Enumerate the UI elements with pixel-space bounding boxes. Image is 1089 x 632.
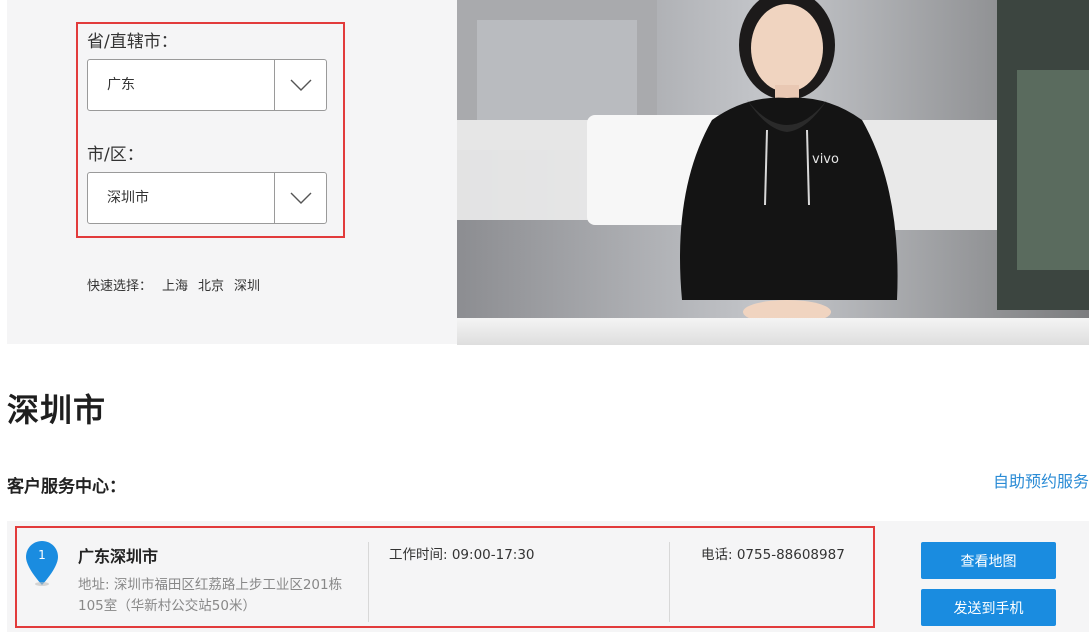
province-label: 省/直辖市：: [87, 32, 178, 52]
column-divider: [669, 542, 670, 622]
quick-city-shanghai[interactable]: 上海: [162, 275, 188, 294]
store-address: 地址: 深圳市福田区红荔路上步工业区201栋105室（华新村公交站50米）: [78, 577, 343, 614]
brand-logo: vivo: [812, 152, 839, 167]
city-select-value: 深圳市: [107, 190, 149, 206]
quick-city-shenzhen[interactable]: 深圳: [234, 275, 260, 294]
store-phone: 电话: 0755-88608987: [701, 547, 845, 563]
quick-select-label: 快速选择：: [87, 279, 153, 294]
chevron-down-icon: [290, 192, 311, 204]
store-name: 广东深圳市: [78, 547, 159, 566]
chevron-down-icon: [290, 79, 311, 91]
city-select[interactable]: 深圳市: [87, 172, 327, 224]
province-dropdown-toggle[interactable]: [274, 60, 326, 110]
hero-illustration: vivo: [457, 0, 1089, 345]
store-index: 1: [38, 548, 46, 562]
city-label: 市/区：: [87, 145, 144, 165]
city-dropdown-toggle[interactable]: [274, 173, 326, 223]
city-heading: 深圳市: [7, 391, 107, 429]
send-to-phone-button[interactable]: 发送到手机: [921, 589, 1056, 626]
province-select[interactable]: 广东: [87, 59, 327, 111]
province-select-value: 广东: [107, 77, 135, 93]
map-pin-icon: [26, 541, 58, 586]
self-service-booking-link[interactable]: 自助预约服务: [993, 468, 1089, 492]
store-hours: 工作时间: 09:00-17:30: [389, 547, 535, 563]
service-center-heading: 客户服务中心：: [7, 477, 126, 497]
hero-image: vivo: [457, 0, 1089, 345]
quick-select: 快速选择： 上海 北京 深圳: [87, 275, 260, 294]
view-map-button[interactable]: 查看地图: [921, 542, 1056, 579]
quick-city-beijing[interactable]: 北京: [198, 275, 224, 294]
column-divider: [368, 542, 369, 622]
